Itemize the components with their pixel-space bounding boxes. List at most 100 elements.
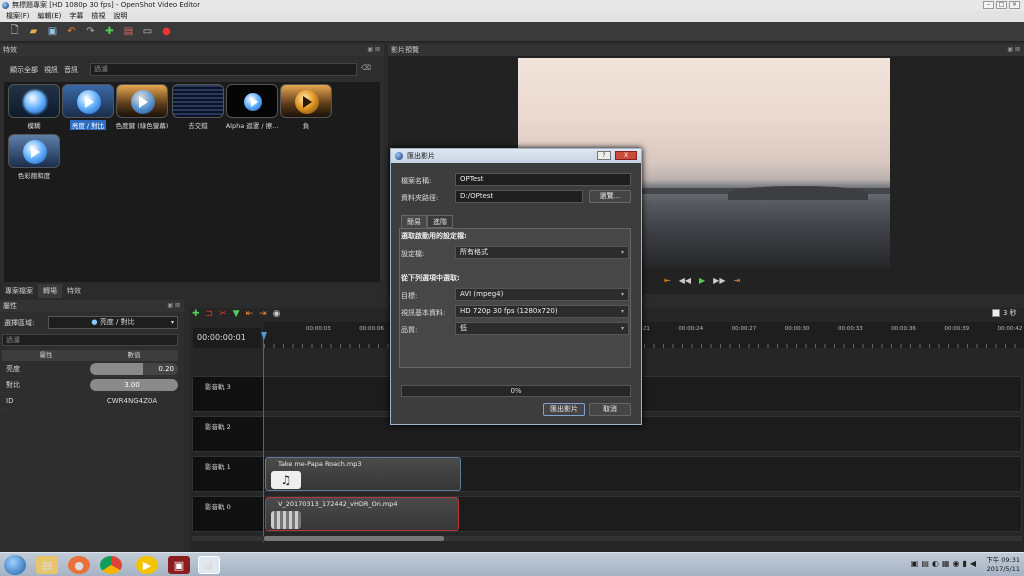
effect-deinterlace[interactable]: 去交錯	[170, 84, 226, 134]
effect-negative[interactable]: 負	[278, 84, 334, 134]
razor-icon[interactable]: ✂	[219, 309, 227, 319]
playhead-handle[interactable]	[261, 332, 267, 340]
tab-simple[interactable]: 簡易	[401, 215, 427, 228]
clear-search-icon[interactable]: ⌫	[361, 64, 371, 72]
effects-search-input[interactable]: 過濾	[90, 63, 357, 76]
properties-filter-input[interactable]: 過濾	[2, 334, 178, 346]
tray-icon[interactable]: ▤	[921, 559, 929, 568]
rewind-icon[interactable]: ◀◀	[679, 276, 691, 285]
video-app-icon[interactable]: ▣	[168, 556, 190, 574]
tab-project-files[interactable]: 專案檔案	[0, 284, 38, 298]
import-files-icon[interactable]: ✚	[103, 25, 116, 38]
track-0[interactable]: 影音軌 0 V_20170313_172442_vHDR_On.mp4	[192, 496, 1022, 532]
tray-icon[interactable]: ▣	[911, 559, 919, 568]
preview-dock-close-icon[interactable]: ▣ ⊠	[1007, 44, 1020, 56]
dialog-titlebar: 匯出影片 ? X	[391, 149, 641, 163]
menu-edit[interactable]: 編輯(E)	[38, 11, 62, 22]
volume-icon[interactable]: ◀	[970, 559, 976, 568]
target-label: 目標:	[401, 292, 418, 300]
filter-show-all[interactable]: 顯示全部	[10, 65, 38, 75]
menu-bar: 檔案(F) 編輯(E) 字幕 檢視 說明	[0, 11, 1024, 22]
video-profile-select[interactable]: HD 720p 30 fps (1280x720) ▾	[455, 305, 629, 318]
contrast-slider[interactable]: 3.00	[90, 378, 178, 391]
dock-close-icon[interactable]: ▣ ⊠	[367, 44, 380, 56]
previous-marker-icon[interactable]: ⇤	[246, 309, 254, 319]
tray-icon[interactable]: ◐	[932, 559, 939, 568]
jump-start-icon[interactable]: ⇤	[664, 276, 671, 285]
fullscreen-icon[interactable]: ▭	[141, 25, 154, 38]
effect-saturation[interactable]: 色彩飽和度	[6, 134, 62, 184]
chevron-down-icon: ▾	[620, 249, 624, 256]
play-icon[interactable]: ▶	[699, 276, 705, 285]
filter-audio[interactable]: 音訊	[64, 65, 78, 75]
dialog-close-button[interactable]: X	[615, 151, 637, 160]
start-button[interactable]	[4, 555, 26, 575]
cancel-button[interactable]: 取消	[589, 403, 631, 416]
selection-effect-icon: ●	[91, 318, 98, 326]
center-playhead-icon[interactable]: ◉	[273, 309, 281, 319]
video-clip[interactable]: V_20170313_172442_vHDR_On.mp4	[265, 497, 459, 531]
add-track-icon[interactable]: ✚	[192, 309, 200, 319]
chrome-icon[interactable]	[100, 556, 122, 574]
tray-icon[interactable]: ▦	[942, 559, 950, 568]
fast-forward-icon[interactable]: ▶▶	[713, 276, 725, 285]
new-project-icon[interactable]: 🗋	[8, 25, 21, 38]
main-toolbar: 🗋 ▰ ▣ ↶ ↷ ✚ ▤ ▭ ●	[0, 22, 1024, 42]
effect-chroma-key[interactable]: 色度鍵 (綠色螢幕)	[114, 84, 170, 134]
tray-icon[interactable]: ◉	[952, 559, 959, 568]
save-project-icon[interactable]: ▣	[46, 25, 59, 38]
menu-file[interactable]: 檔案(F)	[6, 11, 30, 22]
selection-dropdown[interactable]: ● 亮度 / 對比 ▾	[48, 316, 178, 329]
export-video-icon[interactable]: ●	[160, 25, 173, 38]
effects-grid: 模糊 亮度 / 對比 色度鍵 (綠色螢幕) 去交錯 Alpha 遮罩 / 擦..…	[4, 82, 380, 282]
target-select[interactable]: AVI (mpeg4) ▾	[455, 288, 629, 301]
zoom-checkbox[interactable]	[992, 309, 1000, 317]
firefox-icon[interactable]: ●	[68, 556, 90, 574]
profile-label: 設定檔:	[401, 250, 425, 258]
folder-path-input[interactable]: D:/OPtest	[455, 190, 583, 203]
help-button[interactable]: ?	[597, 151, 611, 160]
timeline-toolbar: ✚ ⊐ ✂ ▼ ⇤ ⇥ ◉	[192, 308, 281, 320]
profile-icon[interactable]: ▤	[122, 25, 135, 38]
effect-brightness-contrast[interactable]: 亮度 / 對比	[60, 84, 116, 134]
effect-blur[interactable]: 模糊	[6, 84, 62, 134]
system-clock[interactable]: 下午 09:31 2017/5/11	[986, 556, 1020, 574]
open-project-icon[interactable]: ▰	[27, 25, 40, 38]
audio-clip[interactable]: Take me-Papa Roach.mp3 ♫	[265, 457, 461, 491]
menu-title[interactable]: 字幕	[69, 11, 83, 22]
ruler-tick-label: 00:00:30	[784, 326, 810, 332]
brightness-slider[interactable]: 0.20	[90, 362, 178, 375]
maximize-icon[interactable]: □	[996, 1, 1007, 9]
tab-transitions[interactable]: 轉場	[38, 284, 62, 298]
menu-view[interactable]: 檢視	[91, 11, 105, 22]
properties-table: 屬性 數值 亮度 0.20 對比 3.00 ID CWR4NG4Z0A	[2, 350, 178, 409]
jump-end-icon[interactable]: ⇥	[733, 276, 740, 285]
effect-alpha-mask[interactable]: Alpha 遮罩 / 擦...	[224, 84, 280, 134]
profile-select[interactable]: 所有格式 ▾	[455, 246, 629, 259]
quality-select[interactable]: 低 ▾	[455, 322, 629, 335]
snapping-icon[interactable]: ⊐	[206, 309, 214, 319]
browse-button[interactable]: 瀏覽...	[589, 190, 631, 203]
openshot-taskbar-icon[interactable]: ◕	[198, 556, 220, 574]
redo-icon[interactable]: ↷	[84, 25, 97, 38]
profile-section-heading: 選取啟動用的設定檔:	[401, 232, 467, 240]
timeline-scrollbar[interactable]	[192, 536, 1022, 541]
undo-icon[interactable]: ↶	[65, 25, 78, 38]
alpha-mask-thumbnail	[226, 84, 278, 118]
next-marker-icon[interactable]: ⇥	[259, 309, 267, 319]
tab-advanced[interactable]: 進階	[427, 215, 453, 228]
file-explorer-icon[interactable]: ▤	[36, 556, 58, 574]
filter-video[interactable]: 視訊	[44, 65, 58, 75]
chevron-down-icon: ▾	[620, 291, 624, 298]
network-icon[interactable]: ▮	[962, 559, 966, 568]
file-name-input[interactable]: OPTest	[455, 173, 631, 186]
close-icon[interactable]: ×	[1009, 1, 1020, 9]
properties-dock-close-icon[interactable]: ▣ ⊠	[167, 300, 180, 312]
add-marker-icon[interactable]: ▼	[233, 309, 240, 319]
menu-help[interactable]: 說明	[113, 11, 127, 22]
minimize-icon[interactable]: –	[983, 1, 994, 9]
track-1[interactable]: 影音軌 1 Take me-Papa Roach.mp3 ♫	[192, 456, 1022, 492]
media-player-icon[interactable]: ▶	[136, 556, 158, 574]
export-video-button[interactable]: 匯出影片	[543, 403, 585, 416]
tab-effects[interactable]: 特效	[62, 284, 86, 298]
